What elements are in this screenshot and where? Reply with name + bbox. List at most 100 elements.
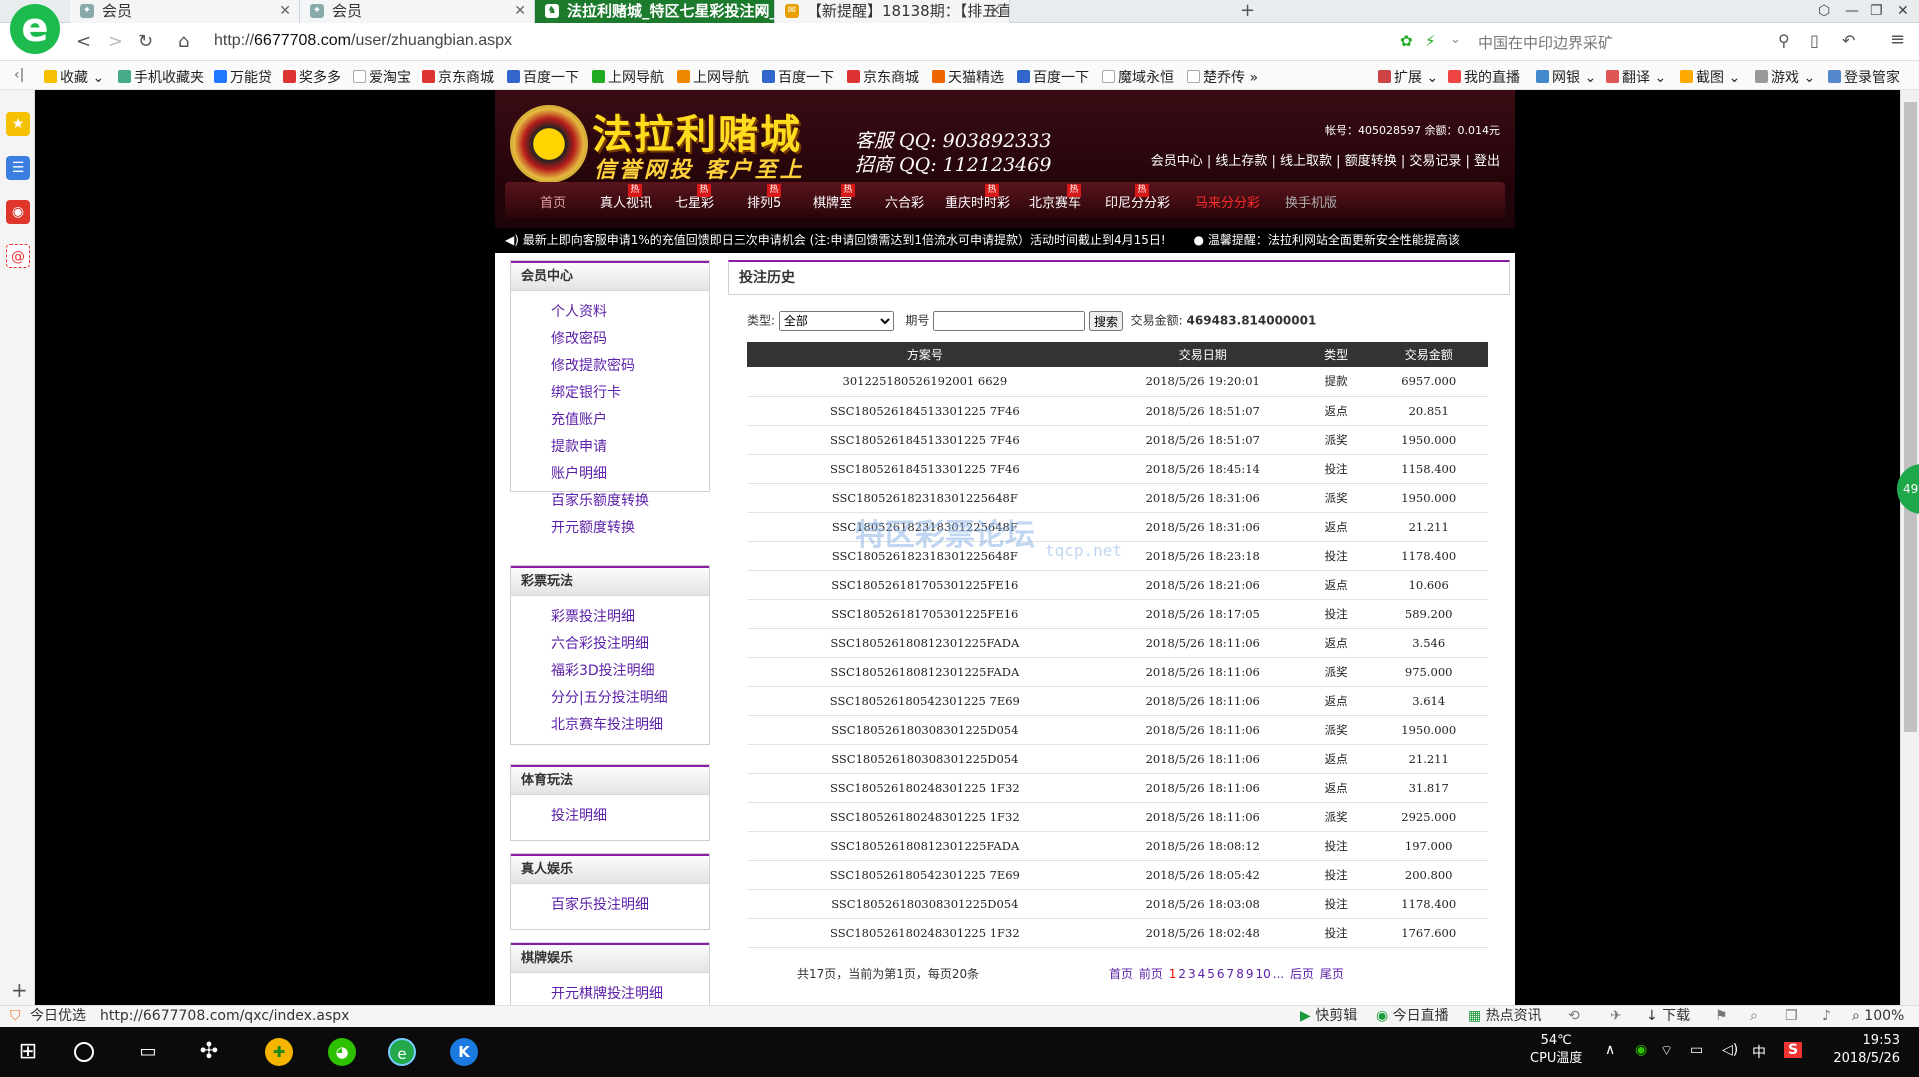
close-icon[interactable]: ✕ <box>754 0 766 22</box>
sidebar-link[interactable]: 福彩3D投注明细 <box>551 658 709 685</box>
menu-icon[interactable]: ≡ <box>1890 29 1905 50</box>
status-icon[interactable]: ⚑ <box>1715 1006 1728 1027</box>
nav-mobile[interactable]: 换手机版 <box>1285 192 1337 211</box>
cpu-temp[interactable]: 54℃ CPU温度 <box>1530 1032 1582 1068</box>
undo-icon[interactable]: ↶ <box>1842 31 1855 50</box>
status-left[interactable]: 今日优选 <box>30 1006 86 1027</box>
wechat-icon[interactable]: ◕ <box>328 1038 356 1066</box>
status-item[interactable]: ◉ 今日直播 <box>1376 1006 1449 1027</box>
tab-2[interactable]: ✦ 会员 ✕ <box>300 0 535 23</box>
bookmark-item[interactable]: 楚乔传 » <box>1187 67 1258 87</box>
skin-icon[interactable]: ⬡ <box>1818 0 1830 22</box>
site-logo[interactable]: 法拉利赌城 信誉网投 客户至上 <box>510 100 820 190</box>
pager-page[interactable]: ... <box>1273 967 1284 981</box>
sidebar-link[interactable]: 修改密码 <box>551 326 709 353</box>
sidebar-link[interactable]: 分分|五分投注明细 <box>551 685 709 712</box>
pager-first[interactable]: 首页 <box>1109 967 1133 981</box>
weibo-icon[interactable]: ◉ <box>6 200 30 224</box>
bookmark-item[interactable]: 手机收藏夹 <box>118 67 204 87</box>
sidebar-link[interactable]: 百家乐额度转换 <box>551 488 709 515</box>
sidebar-link[interactable]: 百家乐投注明细 <box>551 892 709 919</box>
bookmark-item[interactable]: 爱淘宝 <box>353 67 411 87</box>
bookmark-right-item[interactable]: 网银 ⌄ <box>1536 67 1596 87</box>
sidebar-link[interactable]: 提款申请 <box>551 434 709 461</box>
nav-cqssc[interactable]: 热重庆时时彩 <box>945 184 1010 211</box>
vertical-scrollbar[interactable] <box>1900 90 1919 1005</box>
search-icon[interactable]: ⚲ <box>1778 31 1790 50</box>
nav-indonesia[interactable]: 热印尼分分彩 <box>1105 184 1170 211</box>
nav-home[interactable]: 首页 <box>540 192 566 211</box>
status-icon[interactable]: ⌕ <box>1750 1006 1758 1027</box>
mobile-icon[interactable]: ▯ <box>1810 31 1819 50</box>
member-links[interactable]: 会员中心 | 线上存款 | 线上取款 | 额度转换 | 交易记录 | 登出 <box>1151 150 1500 169</box>
home-icon[interactable]: ⌂ <box>178 31 189 52</box>
status-item[interactable]: ↓ 下载 <box>1646 1006 1690 1027</box>
status-icon[interactable]: ❐ <box>1785 1006 1798 1027</box>
zoom-level[interactable]: ⌕ 100% <box>1852 1006 1904 1027</box>
pager-page[interactable]: 7 <box>1227 967 1235 981</box>
bookmark-item[interactable]: 百度一下 <box>1017 67 1089 87</box>
status-icon[interactable]: ✈ <box>1610 1006 1622 1027</box>
refresh-plugin-icon[interactable]: ✿ <box>1400 32 1413 50</box>
bookmark-right-item[interactable]: 扩展 ⌄ <box>1378 67 1438 87</box>
close-window-icon[interactable]: ✕ <box>1897 0 1909 22</box>
bookmark-item[interactable]: 百度一下 <box>762 67 834 87</box>
new-tab-button[interactable]: + <box>1240 0 1255 22</box>
add-icon[interactable]: + <box>11 978 28 1002</box>
pager-prev[interactable]: 前页 <box>1139 967 1163 981</box>
tab-1[interactable]: ✦ 会员 ✕ <box>70 0 300 23</box>
bookmark-right-item[interactable]: 我的直播 <box>1448 67 1520 87</box>
nav-lhc[interactable]: 六合彩 <box>885 192 924 211</box>
clock[interactable]: 19:53 2018/5/26 <box>1830 1032 1900 1068</box>
volume-icon[interactable]: ◁) <box>1722 1042 1738 1058</box>
sidebar-link[interactable]: 投注明细 <box>551 803 709 830</box>
pager-page[interactable]: 9 <box>1246 967 1254 981</box>
pinwheel-icon[interactable]: ✣ <box>195 1038 223 1066</box>
sidebar-link[interactable]: 个人资料 <box>551 299 709 326</box>
status-icon[interactable]: ⟲ <box>1568 1006 1580 1027</box>
tray-up-icon[interactable]: ∧ <box>1605 1042 1615 1058</box>
kugou-icon[interactable]: K <box>450 1038 478 1066</box>
status-item[interactable]: ▦ 热点资讯 <box>1468 1006 1542 1027</box>
close-icon[interactable]: ✕ <box>279 0 291 22</box>
notes-icon[interactable]: ☰ <box>6 156 30 180</box>
sidebar-link[interactable]: 开元棋牌投注明细 <box>551 981 709 1005</box>
pager-page[interactable]: 6 <box>1217 967 1225 981</box>
bookmark-item[interactable]: 天猫精选 <box>932 67 1004 87</box>
tab-4[interactable]: ✉ 【新提醒】18138期：【排五直码 ✕ <box>775 0 1010 23</box>
close-icon[interactable]: ✕ <box>989 0 1001 22</box>
bookmarks-toggle-icon[interactable]: ‹| <box>14 67 24 83</box>
sidebar-link[interactable]: 开元额度转换 <box>551 515 709 542</box>
pager-page[interactable]: 4 <box>1198 967 1206 981</box>
windows-start-icon[interactable]: ⊞ <box>14 1038 42 1066</box>
speaker-icon[interactable]: ♪ <box>1822 1006 1831 1027</box>
nav-bjpk[interactable]: 热北京赛车 <box>1029 184 1081 211</box>
bookmark-item[interactable]: 百度一下 <box>507 67 579 87</box>
bookmark-item[interactable]: 魔域永恒 <box>1102 67 1174 87</box>
pager-page[interactable]: 5 <box>1207 967 1215 981</box>
maximize-icon[interactable]: ❐ <box>1870 0 1883 22</box>
bookmark-item[interactable]: 京东商城 <box>847 67 919 87</box>
sidebar-link[interactable]: 账户明细 <box>551 461 709 488</box>
sogou-icon[interactable]: S <box>1784 1042 1803 1058</box>
reload-icon[interactable]: ↻ <box>138 31 153 52</box>
pager-page[interactable]: 1 <box>1169 967 1177 981</box>
bookmark-item[interactable]: 京东商城 <box>422 67 494 87</box>
bookmark-item[interactable]: 上网导航 <box>592 67 664 87</box>
task-view-icon[interactable]: ▭ <box>134 1038 162 1066</box>
sidebar-link[interactable]: 彩票投注明细 <box>551 604 709 631</box>
nav-chess[interactable]: 热棋牌室 <box>813 184 855 211</box>
bookmark-item[interactable]: 收藏 ⌄ <box>44 67 104 87</box>
nav-live[interactable]: 热真人视讯 <box>600 184 652 211</box>
battery-icon[interactable]: ▭ <box>1690 1042 1703 1058</box>
email-icon[interactable]: @ <box>6 244 30 268</box>
tray-wifi-icon[interactable]: ⌔ <box>1660 1042 1673 1060</box>
pager-next[interactable]: 后页 <box>1290 967 1314 981</box>
minimize-icon[interactable]: — <box>1845 0 1859 22</box>
bookmark-item[interactable]: 奖多多 <box>283 67 341 87</box>
favorites-icon[interactable]: ★ <box>6 112 30 136</box>
dropdown-icon[interactable]: ⌄ <box>1450 32 1461 47</box>
url-input[interactable]: http://6677708.com/user/zhuangbian.aspx <box>214 32 512 50</box>
back-icon[interactable]: < <box>76 31 91 52</box>
ime-indicator[interactable]: 中 <box>1752 1042 1766 1062</box>
